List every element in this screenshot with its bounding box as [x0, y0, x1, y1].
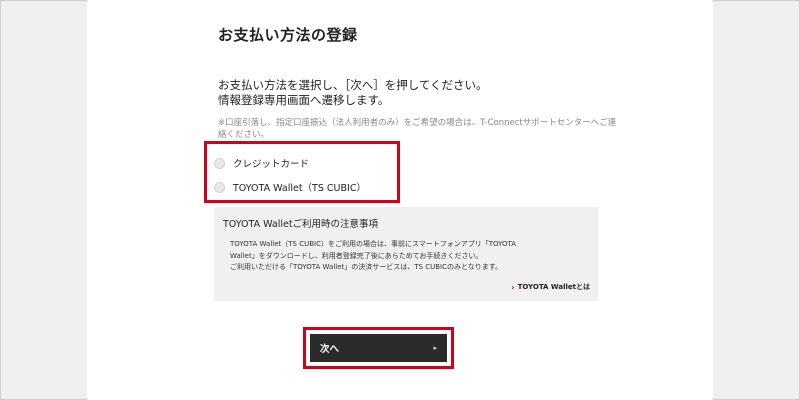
- toyota-wallet-radio[interactable]: [214, 181, 225, 193]
- instruction-text: お支払い方法を選択し、［次へ］を押してください。 情報登録専用画面へ遷移します。: [218, 78, 488, 108]
- instruction-line-2: 情報登録専用画面へ遷移します。: [218, 93, 390, 107]
- notice-body: TOYOTA Wallet（TS CUBIC）をご利用の場合は、事前にスマートフ…: [230, 239, 580, 274]
- credit-card-label: クレジットカード: [233, 159, 310, 170]
- notice-line-2: Wallet」をダウンロードし、利用者登録完了後にあらためてお手続きください。: [230, 251, 483, 260]
- credit-card-radio[interactable]: [214, 157, 225, 169]
- notice-line-1: TOYOTA Wallet（TS CUBIC）をご利用の場合は、事前にスマートフ…: [230, 240, 517, 248]
- page-title: お支払い方法の登録: [218, 26, 358, 44]
- bank-transfer-note: ※口座引落し、指定口座振込（法人利用者のみ）をご希望の場合は、T-Connect…: [218, 118, 617, 140]
- arrow-right-icon: ▸: [433, 344, 437, 352]
- next-button-label: 次へ: [320, 344, 340, 355]
- chevron-right-icon: ›: [511, 282, 515, 292]
- toyota-wallet-label: TOYOTA Wallet（TS CUBIC）: [233, 183, 366, 194]
- notice-title: TOYOTA Walletご利用時の注意事項: [223, 219, 379, 230]
- toyota-wallet-info-link-label: TOYOTA Walletとは: [517, 283, 590, 291]
- toyota-wallet-info-link[interactable]: › TOYOTA Walletとは: [511, 282, 590, 292]
- payment-option-toyota-wallet[interactable]: TOYOTA Wallet（TS CUBIC）: [214, 180, 366, 194]
- next-button[interactable]: 次へ ▸: [310, 334, 447, 362]
- toyota-wallet-notice: TOYOTA Walletご利用時の注意事項 TOYOTA Wallet（TS …: [214, 207, 598, 301]
- payment-option-credit-card[interactable]: クレジットカード: [214, 156, 309, 170]
- instruction-line-1: お支払い方法を選択し、［次へ］を押してください。: [218, 78, 488, 92]
- notice-line-3: ご利用いただける「TOYOTA Wallet」の決済サービスは、TS CUBIC…: [230, 263, 503, 271]
